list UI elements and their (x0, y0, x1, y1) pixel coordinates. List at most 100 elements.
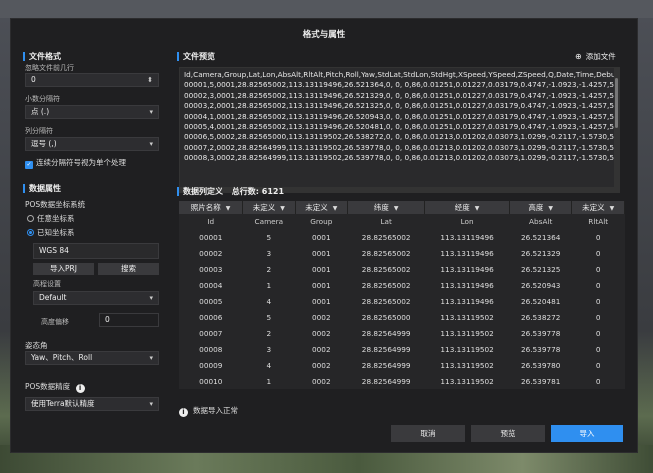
file-preview-box[interactable]: Id,Camera,Group,Lat,Lon,AbsAlt,RltAlt,Pi… (179, 67, 620, 193)
import-status-text: 数据导入正常 (193, 406, 238, 415)
table-cell: 26.520481 (520, 296, 561, 306)
table-cell: 4 (266, 360, 272, 370)
radio-any-label: 任意坐标系 (37, 214, 75, 223)
table-row: 00008 3 0002 28.82564999 113.13119502 26.5397… (179, 341, 625, 357)
table-row: 00003 2 0001 28.82565002 113.13119496 26.5213… (179, 262, 625, 278)
table-cell: 26.539778 (520, 328, 561, 338)
elevation-select[interactable]: Default ▾ (33, 291, 159, 305)
import-button[interactable]: 导入 (551, 425, 623, 442)
column-header-label: 经度 (454, 203, 470, 212)
subheader-cell: Lat (380, 217, 392, 227)
precision-value: 使用Terra默认精度 (31, 399, 95, 408)
table-cell: 28.82564999 (361, 344, 411, 354)
background-app-bar (0, 0, 653, 18)
subheader-cell: Group (310, 217, 333, 227)
table-cell: 0 (595, 296, 601, 306)
cancel-button[interactable]: 取消 (391, 425, 465, 442)
caret-down-icon: ▼ (609, 205, 615, 212)
search-button[interactable]: 搜索 (98, 263, 159, 275)
column-header-label: 纬度 (373, 203, 389, 212)
caret-down-icon: ▼ (474, 205, 480, 212)
skip-rows-label: 忽略文件前几行 (25, 64, 74, 72)
checkmark-icon: ✓ (25, 161, 33, 169)
column-sep-select[interactable]: 逗号 (,) ▾ (25, 137, 159, 151)
table-cell: 0 (595, 328, 601, 338)
column-header-select[interactable]: 照片名称 ▼ (179, 201, 244, 214)
import-prj-button[interactable]: 导入PRJ (33, 263, 94, 275)
table-cell: 0001 (312, 249, 331, 259)
table-cell: 28.82564999 (361, 328, 411, 338)
table-cell: 0002 (312, 360, 331, 370)
preview-button[interactable]: 预览 (471, 425, 545, 442)
file-preview-section: 文件预览 (177, 51, 215, 62)
table-cell: 0 (595, 233, 601, 243)
table-cell: 1 (266, 376, 272, 386)
column-header-select[interactable]: 未定义 ▼ (571, 201, 625, 214)
table-cell: 28.82565000 (361, 312, 411, 322)
table-cell: 113.13119496 (440, 233, 494, 243)
subheader-cell: AbsAlt (529, 217, 553, 227)
table-cell: 0002 (312, 376, 331, 386)
table-cell: 0 (595, 312, 601, 322)
table-row: 00010 1 0002 28.82564999 113.13119502 26.5397… (179, 373, 625, 389)
caret-down-icon: ▼ (332, 205, 338, 212)
chevron-down-icon: ▾ (149, 140, 153, 148)
caret-down-icon: ▼ (548, 205, 553, 212)
elevation-value: Default (39, 293, 67, 302)
preview-line: 00001,5,0001,28.82565002,113.1311949​6,2… (184, 80, 620, 90)
add-file-button[interactable]: ⊕ 添加文件 (575, 51, 616, 62)
caret-down-icon: ▼ (225, 205, 231, 212)
table-cell: 0 (595, 344, 601, 354)
table-cell: 113.13119496 (440, 296, 494, 306)
table-row: 00009 4 0002 28.82564999 113.13119502 26.5397… (179, 357, 625, 373)
table-cell: 113.13119496 (440, 281, 494, 291)
radio-known-label: 已知坐标系 (37, 228, 75, 237)
table-cell: 26.521329 (520, 249, 561, 259)
column-header-select[interactable]: 未定义 ▼ (242, 201, 296, 214)
dialog-title: 格式与属性 (302, 30, 346, 40)
column-header-select[interactable]: 经度 ▼ (424, 201, 510, 214)
data-props-section: 数据属性 (23, 183, 61, 194)
column-header-select[interactable]: 未定义 ▼ (295, 201, 349, 214)
table-cell: 113.13119502 (440, 376, 494, 386)
decimal-select[interactable]: 点 (.) ▾ (25, 105, 159, 119)
column-header-label: 高度 (528, 203, 544, 212)
table-cell: 113.13119502 (440, 344, 494, 354)
radio-icon (27, 215, 34, 222)
table-cell: 113.13119502 (440, 328, 494, 338)
info-icon[interactable]: i (75, 384, 85, 393)
table-cell: 2 (266, 265, 272, 275)
table-cell: 28.82565002 (361, 296, 411, 306)
preview-line: 00006,5,0002,28.82565000,113.13119502,26… (184, 132, 620, 142)
table-cell: 26.521325 (520, 265, 561, 275)
stepper-arrows-icon[interactable]: ⬍ (147, 74, 153, 86)
crs-value: WGS 84 (39, 246, 69, 255)
skip-rows-stepper[interactable]: 0 ⬍ (25, 73, 159, 87)
table-cell: 4 (266, 296, 272, 306)
table-cell: 26.521364 (520, 233, 561, 243)
subheader-row: Id Camera Group Lat Lon AbsAlt RltAlt (179, 214, 625, 230)
table-row: 00002 3 0001 28.82565002 113.13119496 26.5213… (179, 246, 625, 262)
table-cell: 0 (595, 281, 601, 291)
table-cell: 113.13119496 (440, 265, 494, 275)
caret-down-icon: ▼ (393, 205, 399, 212)
column-header-label: 照片名称 (190, 203, 221, 212)
table-cell: 00006 (199, 312, 223, 322)
preview-vertical-scrollbar[interactable] (614, 68, 619, 192)
table-cell: 0002 (312, 344, 331, 354)
attitude-select[interactable]: Yaw、Pitch、Roll ▾ (25, 351, 159, 365)
crs-value-field[interactable]: WGS 84 (33, 243, 159, 259)
column-header-select[interactable]: 高度 ▼ (509, 201, 573, 214)
table-cell: 00010 (199, 376, 223, 386)
radio-known-crs[interactable]: 已知坐标系 (27, 227, 75, 238)
merge-separators-checkbox[interactable]: ✓ 连续分隔符号视为单个处理 (25, 157, 126, 169)
column-header-select[interactable]: 纬度 ▼ (347, 201, 426, 214)
table-cell: 00008 (199, 344, 223, 354)
attitude-value: Yaw、Pitch、Roll (31, 353, 93, 362)
table-cell: 28.82564999 (361, 376, 411, 386)
height-offset-input[interactable]: 0 (99, 313, 159, 327)
radio-any-crs[interactable]: 任意坐标系 (27, 213, 75, 224)
table-cell: 113.13119496 (440, 249, 494, 259)
precision-select[interactable]: 使用Terra默认精度 ▾ (25, 397, 159, 411)
elevation-label: 高程设置 (33, 280, 61, 288)
